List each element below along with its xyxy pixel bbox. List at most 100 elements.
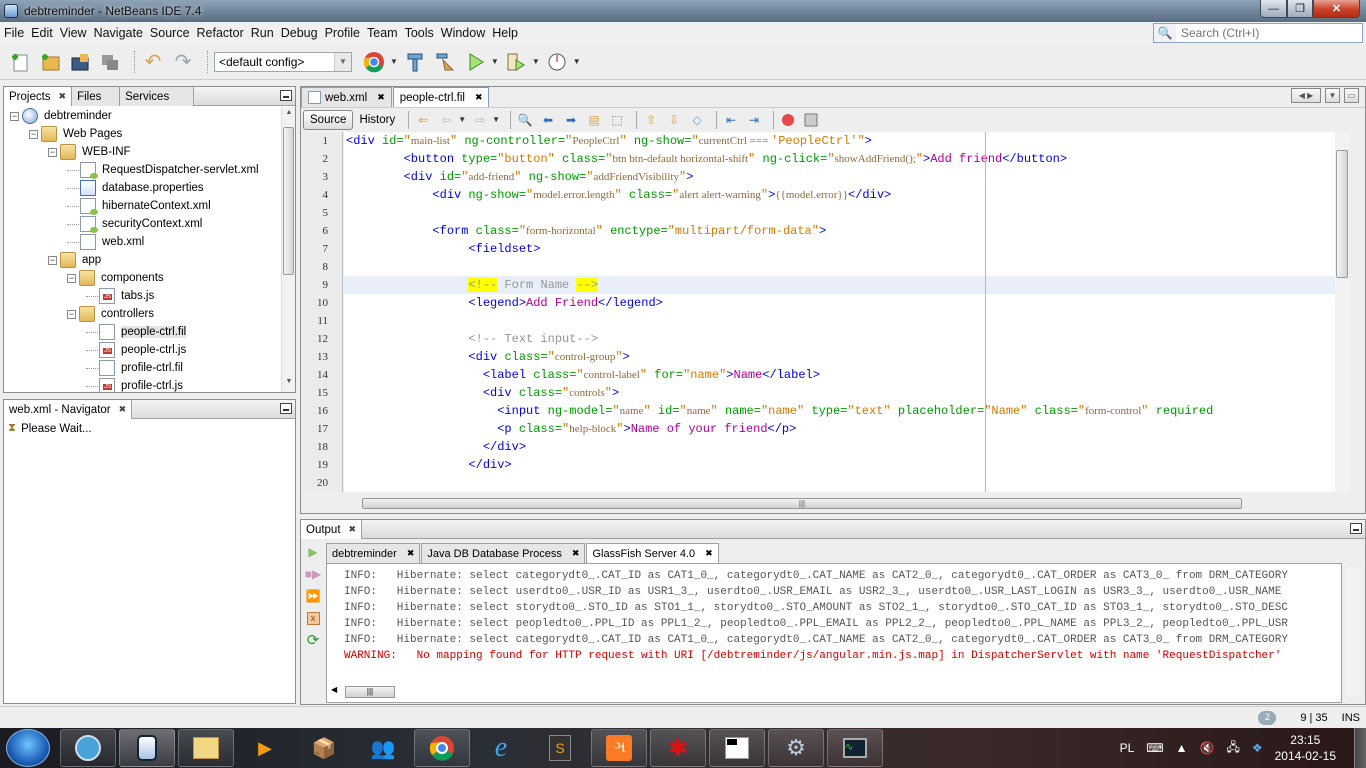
tab-projects[interactable]: Projects ✖ — [4, 87, 73, 106]
rerun-with-args-button[interactable]: ■▶ — [303, 564, 323, 584]
taskbar-netbeans[interactable] — [119, 729, 175, 767]
code-line[interactable]: <legend>Add Friend</legend> — [344, 294, 1335, 312]
code-line[interactable]: <button type="button" class="btn btn-def… — [344, 150, 1335, 168]
tree-node[interactable]: tabs.js — [4, 287, 281, 305]
tab-output-debtreminder[interactable]: debtreminder ✖ — [326, 543, 421, 563]
close-tab-icon[interactable]: ✖ — [475, 92, 483, 103]
new-project-button[interactable] — [38, 50, 62, 74]
tab-people-ctrl[interactable]: people-ctrl.fil ✖ — [392, 87, 490, 107]
debug-dropdown-icon[interactable]: ▼ — [532, 57, 540, 66]
minimize-panel-button[interactable] — [1350, 523, 1362, 534]
close-project-button[interactable] — [98, 50, 122, 74]
shift-right-button[interactable]: ⇥ — [745, 111, 763, 129]
code-line[interactable] — [344, 258, 1335, 276]
code-line[interactable]: <!-- Text input--> — [344, 330, 1335, 348]
taskbar-chrome[interactable] — [414, 729, 470, 767]
close-tab-icon[interactable]: ✖ — [59, 91, 67, 102]
code-line[interactable]: <div id="add-friend" ng-show="addFriendV… — [344, 168, 1335, 186]
menu-view[interactable]: View — [60, 26, 87, 40]
tree-node[interactable]: database.properties — [4, 179, 281, 197]
open-project-button[interactable] — [68, 50, 92, 74]
stop-button[interactable]: x — [303, 608, 323, 628]
run-dropdown-icon[interactable]: ▼ — [491, 57, 499, 66]
code-line[interactable]: <label class="control-label" for="name">… — [344, 366, 1335, 384]
taskbar-sublime[interactable]: S — [532, 729, 588, 767]
tree-node[interactable]: − components — [4, 269, 281, 287]
code-line[interactable]: <div class="controls"> — [344, 384, 1335, 402]
toggle-bookmark-button[interactable]: ◇ — [688, 111, 706, 129]
code-line[interactable]: <div id="main-list" ng-controller="Peopl… — [344, 132, 1335, 150]
code-line[interactable] — [344, 312, 1335, 330]
maximize-window-button[interactable]: ▭ — [1344, 88, 1359, 103]
taskbar-sourcetree[interactable] — [60, 729, 116, 767]
keyboard-icon[interactable]: ⌨ — [1146, 741, 1163, 755]
notifications-icon[interactable]: 2 — [1258, 710, 1277, 725]
config-select[interactable]: <default config> ▼ — [214, 51, 352, 72]
code-line[interactable]: <p class="help-block">Name of your frien… — [344, 420, 1335, 438]
taskbar-settings[interactable]: ⚙ — [768, 729, 824, 767]
tab-services[interactable]: Services — [120, 87, 195, 106]
clock[interactable]: 23:15 2014-02-15 — [1275, 732, 1336, 764]
menu-edit[interactable]: Edit — [31, 26, 53, 40]
collapse-toggle-icon[interactable]: − — [48, 147, 57, 157]
toggle-rect-selection-button[interactable]: ⬚ — [608, 111, 626, 129]
scrollbar-thumb[interactable]: ||| — [362, 498, 1242, 509]
menu-team[interactable]: Team — [367, 26, 398, 40]
tree-node[interactable]: profile-ctrl.js — [4, 377, 281, 392]
find-next-button[interactable]: ➡ — [562, 111, 580, 129]
browser-dropdown-icon[interactable]: ▼ — [390, 57, 398, 66]
scroll-left-icon[interactable]: ◀ — [331, 685, 337, 694]
undo-button[interactable]: ↶ — [141, 50, 165, 74]
history-view-button[interactable]: History — [359, 114, 395, 126]
taskbar-explorer[interactable] — [178, 729, 234, 767]
minimize-button[interactable]: — — [1260, 0, 1287, 18]
close-button[interactable]: ✕ — [1313, 0, 1360, 18]
taskbar-messenger[interactable]: 👥 — [355, 729, 411, 767]
back-dropdown-icon[interactable]: ▼ — [458, 115, 466, 124]
close-tab-icon[interactable]: ✖ — [572, 548, 580, 559]
tree-node[interactable]: − WEB-INF — [4, 143, 281, 161]
taskbar-xampp[interactable]: ઞ — [591, 729, 647, 767]
taskbar-red-app[interactable]: ✱ — [650, 729, 706, 767]
tree-node[interactable]: − Web Pages — [4, 125, 281, 143]
code-line[interactable] — [344, 474, 1335, 492]
clean-build-button[interactable] — [433, 50, 457, 74]
collapse-toggle-icon[interactable]: − — [67, 309, 76, 319]
collapse-toggle-icon[interactable]: − — [48, 255, 57, 265]
redo-button[interactable]: ↷ — [171, 50, 195, 74]
profile-dropdown-icon[interactable]: ▼ — [573, 57, 581, 66]
output-vertical-scrollbar[interactable] — [1347, 567, 1361, 697]
resume-button[interactable]: ⏩ — [303, 586, 323, 606]
editor-vertical-scrollbar[interactable] — [1335, 132, 1349, 494]
show-opened-documents-button[interactable]: ▼ — [1325, 88, 1340, 103]
output-console[interactable]: INFO: Hibernate: select categorydt0_.CAT… — [326, 563, 1342, 703]
taskbar-ie[interactable]: e — [473, 729, 529, 767]
tree-node[interactable]: hibernateContext.xml — [4, 197, 281, 215]
menu-file[interactable]: File — [4, 26, 24, 40]
code-line[interactable]: <div class="control-group"> — [344, 348, 1335, 366]
code-line[interactable]: </div> — [344, 438, 1335, 456]
editor-horizontal-scrollbar[interactable]: ||| — [344, 497, 1335, 511]
minimize-panel-button[interactable] — [280, 403, 292, 414]
collapse-toggle-icon[interactable]: − — [67, 273, 76, 283]
tab-output-glassfish[interactable]: GlassFish Server 4.0 ✖ — [586, 543, 719, 563]
language-indicator[interactable]: PL — [1120, 741, 1135, 755]
profile-button[interactable] — [545, 50, 569, 74]
toggle-highlight-button[interactable]: ▤ — [585, 111, 603, 129]
code-line[interactable]: <div ng-show="model.error.length" class=… — [344, 186, 1335, 204]
tree-node[interactable]: profile-ctrl.fil — [4, 359, 281, 377]
taskbar-media-player[interactable]: ▶ — [237, 729, 293, 767]
volume-muted-icon[interactable]: 🔇 — [1200, 741, 1215, 755]
code-line[interactable]: <fieldset> — [344, 240, 1335, 258]
search-input[interactable] — [1176, 26, 1356, 40]
scrollbar-thumb[interactable] — [1336, 150, 1348, 278]
taskbar-terminal[interactable] — [709, 729, 765, 767]
code-line[interactable]: <input ng-model="name" id="name" name="n… — [344, 402, 1335, 420]
forward-dropdown-icon[interactable]: ▼ — [492, 115, 500, 124]
next-bookmark-button[interactable]: ⇩ — [665, 111, 683, 129]
tree-node[interactable]: securityContext.xml — [4, 215, 281, 233]
taskbar-package[interactable]: 📦 — [296, 729, 352, 767]
code-line[interactable] — [344, 204, 1335, 222]
forward-button[interactable]: ⇨ — [471, 111, 489, 129]
menu-window[interactable]: Window — [441, 26, 485, 40]
